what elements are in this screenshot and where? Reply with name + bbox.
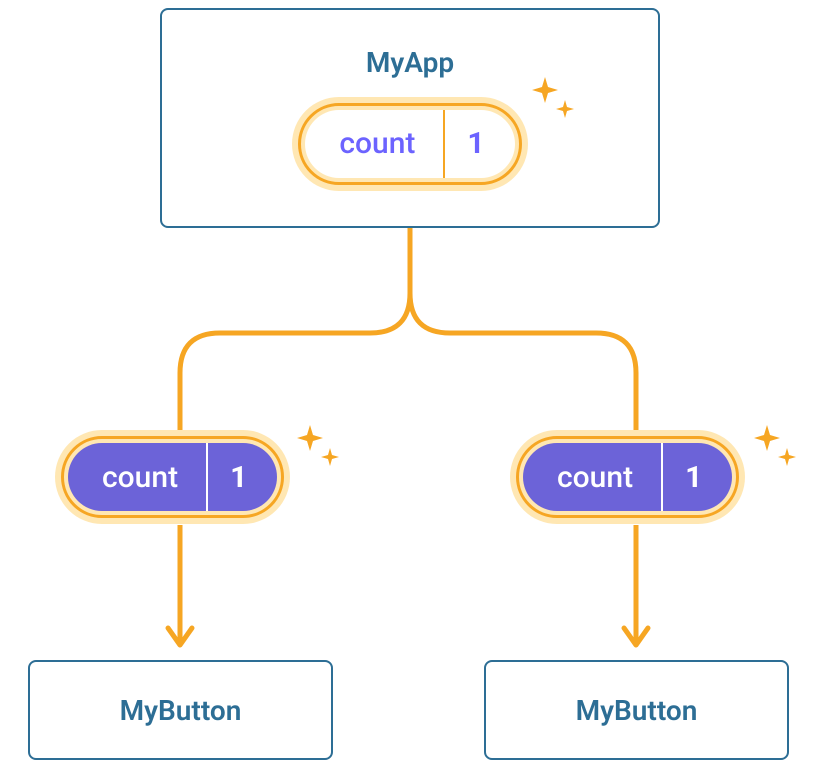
left-prop-label: count [68,443,206,511]
sparkle-icon [295,420,345,480]
right-prop-pill: count 1 [510,430,745,524]
left-arrow-connector [160,525,200,665]
parent-state-pill: count 1 [292,97,527,191]
parent-state-label: count [305,110,443,178]
right-prop-label: count [523,443,661,511]
left-child-component-box: MyButton [28,660,333,760]
branch-connector [0,228,820,448]
left-prop-pill: count 1 [55,430,290,524]
parent-component-box: MyApp count 1 [160,8,660,228]
parent-component-title: MyApp [366,46,454,79]
right-prop-value: 1 [663,443,732,511]
right-child-title: MyButton [576,694,698,727]
sparkle-icon [752,420,802,480]
parent-state-value: 1 [445,110,514,178]
left-child-title: MyButton [120,694,242,727]
right-arrow-connector [616,525,656,665]
left-prop-value: 1 [208,443,277,511]
right-child-component-box: MyButton [484,660,789,760]
